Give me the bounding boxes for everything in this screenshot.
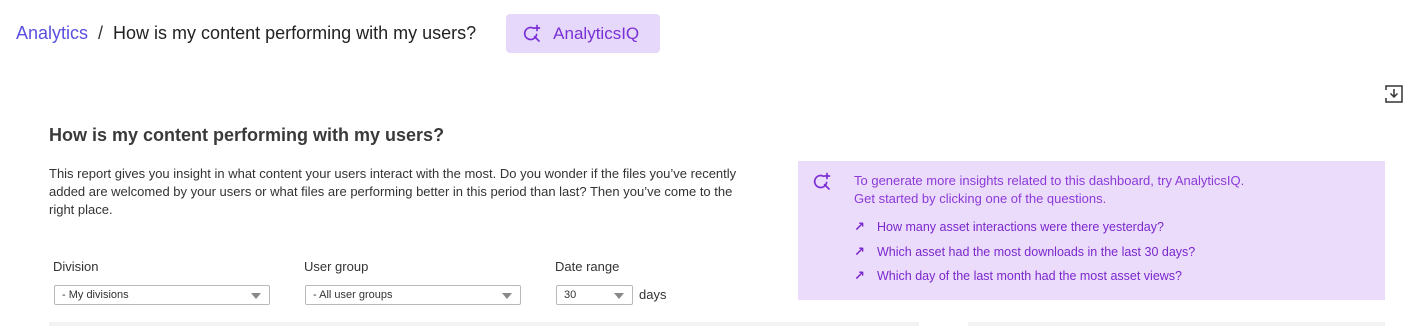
download-button[interactable]: [1385, 85, 1403, 103]
suggested-question[interactable]: ↗ How many asset interactions were there…: [854, 215, 1195, 240]
analyticsiq-sparkle-search-icon: [813, 172, 831, 190]
user-group-select-value: - All user groups: [313, 289, 393, 301]
chevron-down-icon: [502, 293, 512, 299]
date-range-select[interactable]: 30: [556, 285, 633, 305]
date-range-filter: Date range 30: [552, 259, 633, 305]
analyticsiq-insights-panel: To generate more insights related to thi…: [798, 161, 1385, 300]
breadcrumb-analytics-link[interactable]: Analytics: [16, 23, 88, 44]
report-description: This report gives you insight in what co…: [49, 166, 737, 217]
user-group-select[interactable]: - All user groups: [305, 285, 521, 305]
chevron-down-icon: [614, 293, 624, 299]
breadcrumb: Analytics / How is my content performing…: [16, 14, 661, 53]
arrow-up-right-icon: ↗: [854, 243, 865, 259]
suggested-question[interactable]: ↗ Which asset had the most downloads in …: [854, 240, 1195, 265]
user-group-filter: User group - All user groups: [301, 259, 521, 305]
user-group-label: User group: [304, 259, 369, 274]
arrow-up-right-icon: ↗: [854, 219, 865, 235]
suggested-question-text: Which day of the last month had the most…: [877, 269, 1183, 284]
insights-intro-line-2: Get started by clicking one of the quest…: [854, 190, 1107, 206]
report-title: How is my content performing with my use…: [49, 125, 445, 145]
division-filter: Division - My divisions: [50, 259, 270, 305]
breadcrumb-separator: /: [98, 23, 104, 43]
suggested-question[interactable]: ↗ Which day of the last month had the mo…: [854, 264, 1195, 289]
division-select-value: - My divisions: [62, 289, 129, 301]
insights-intro-line-1: To generate more insights related to thi…: [854, 173, 1245, 188]
suggested-question-text: How many asset interactions were there y…: [877, 220, 1164, 235]
analyticsiq-button[interactable]: AnalyticsIQ: [506, 14, 661, 53]
division-select[interactable]: - My divisions: [54, 285, 270, 305]
content-card-edge: [49, 322, 919, 326]
insights-intro: To generate more insights related to thi…: [854, 172, 1244, 207]
date-range-select-value: 30: [564, 289, 577, 301]
content-card-edge: [968, 322, 1385, 326]
days-unit-label: days: [639, 287, 667, 302]
download-icon: [1385, 85, 1403, 103]
chevron-down-icon: [251, 293, 261, 299]
page-title: How is my content performing with my use…: [113, 23, 477, 43]
analyticsiq-button-label: AnalyticsIQ: [553, 23, 640, 43]
suggested-questions-list: ↗ How many asset interactions were there…: [854, 215, 1195, 289]
suggested-question-text: Which asset had the most downloads in th…: [877, 244, 1196, 259]
division-label: Division: [53, 259, 99, 274]
date-range-label: Date range: [555, 259, 620, 274]
analyticsiq-sparkle-search-icon: [524, 24, 541, 42]
arrow-up-right-icon: ↗: [854, 268, 865, 284]
